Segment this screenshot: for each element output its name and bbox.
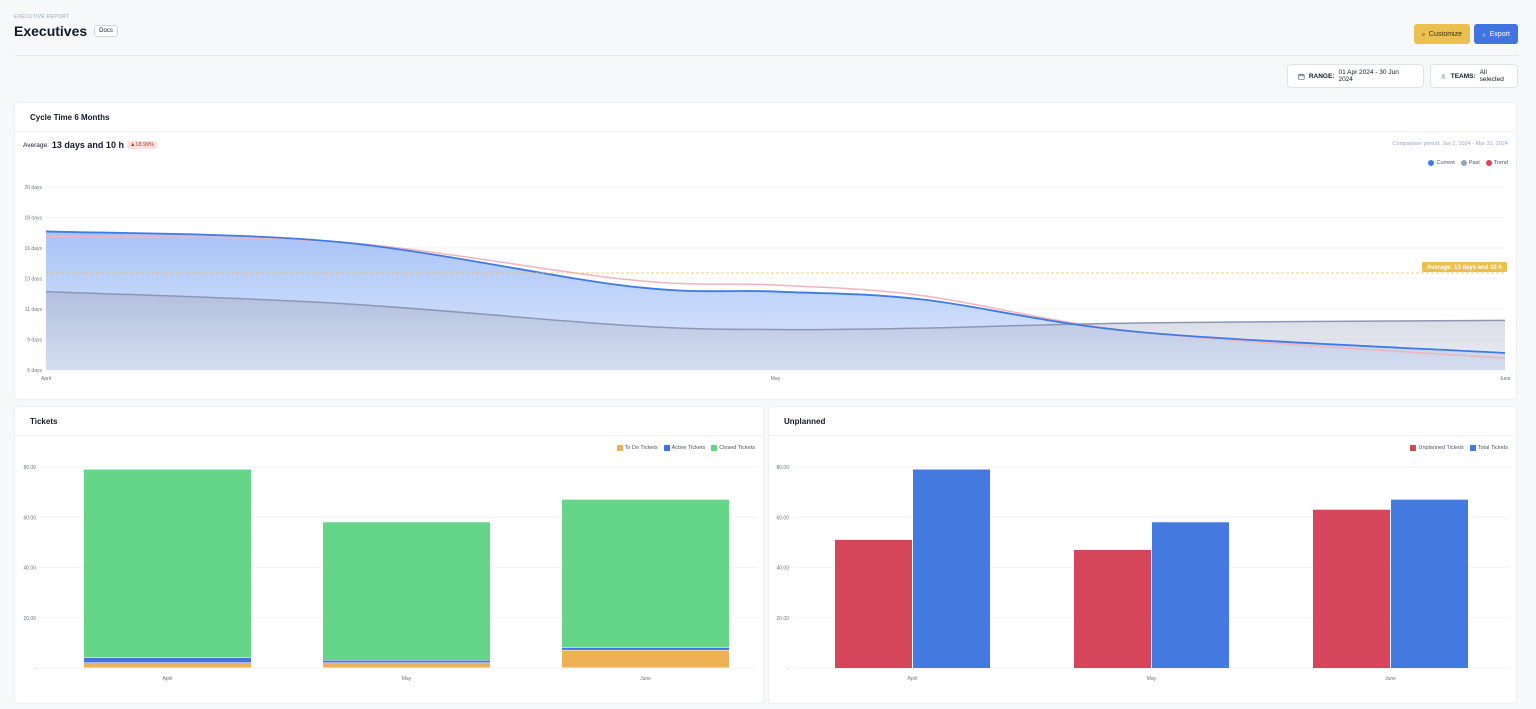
customize-button[interactable]: Customize	[1414, 24, 1470, 44]
x-tick-label: May	[771, 376, 781, 382]
range-filter[interactable]: RANGE: 01 Apr 2024 - 30 Jun 2024	[1287, 64, 1424, 88]
y-tick-label: 20.00	[23, 616, 36, 622]
bar-segment[interactable]	[84, 657, 251, 663]
y-tick-label: 40.00	[23, 566, 36, 572]
tickets-card: Tickets To Do Tickets Active Tickets Close…	[14, 406, 764, 704]
bar-segment[interactable]	[323, 660, 490, 663]
download-icon	[1482, 32, 1486, 36]
bar-segment[interactable]	[323, 522, 490, 660]
y-tick-label: 80.00	[776, 465, 789, 471]
x-tick-label: April	[41, 376, 51, 382]
bar-segment[interactable]	[84, 662, 251, 668]
cycle-time-chart: 6 days 9 days 11 days 13 days 16 days 18 days…	[24, 185, 1511, 382]
bar[interactable]	[1313, 509, 1390, 668]
range-label: RANGE:	[1308, 72, 1335, 80]
teams-value: All selected	[1479, 69, 1504, 83]
bar-segment[interactable]	[562, 499, 729, 648]
cycle-time-card: Cycle Time 6 Months Average: 13 days and…	[14, 102, 1517, 400]
x-tick-label: June	[1500, 376, 1511, 382]
y-tick-label: 40.00	[776, 566, 789, 572]
y-tick-label: -	[787, 666, 789, 672]
header-divider	[14, 55, 1518, 56]
export-label: Export	[1489, 30, 1510, 38]
bar[interactable]	[1391, 499, 1468, 668]
y-tick-label: 9 days	[27, 338, 42, 344]
filters-bar: RANGE: 01 Apr 2024 - 30 Jun 2024 TEAMS: A…	[1287, 64, 1518, 88]
bar-segment[interactable]	[562, 647, 729, 650]
title-row: Executives Docs	[14, 23, 1518, 39]
bar-segment[interactable]	[562, 650, 729, 668]
x-tick-label: April	[162, 676, 172, 682]
calendar-icon	[1298, 73, 1305, 79]
bar-segment[interactable]	[84, 469, 251, 658]
bar[interactable]	[913, 469, 990, 668]
unplanned-chart: - 20.00 40.00 60.00 80.00 April May June	[776, 465, 1510, 682]
y-tick-label: 60.00	[23, 515, 36, 521]
bar[interactable]	[1152, 522, 1229, 668]
y-tick-label: 18 days	[24, 216, 42, 222]
export-button[interactable]: Export	[1474, 24, 1518, 44]
range-value: 01 Apr 2024 - 30 Jun 2024	[1338, 69, 1399, 83]
docs-button[interactable]: Docs	[94, 25, 118, 37]
bar-segment[interactable]	[323, 662, 490, 668]
tickets-chart: - 20.00 40.00 60.00 80.00 April May June	[23, 465, 757, 682]
bar[interactable]	[835, 539, 912, 668]
x-tick-label: May	[1147, 676, 1157, 682]
y-tick-label: 20 days	[24, 185, 42, 191]
bar[interactable]	[1074, 549, 1151, 668]
teams-label: TEAMS:	[1450, 72, 1476, 80]
y-tick-label: 60.00	[776, 515, 789, 521]
page-header: EXECUTIVE REPORT Executives Docs Customi…	[14, 14, 1518, 44]
page-eyebrow: EXECUTIVE REPORT	[14, 14, 70, 20]
y-tick-label: 16 days	[24, 246, 42, 252]
y-tick-label: 80.00	[23, 465, 36, 471]
y-tick-label: 11 days	[25, 307, 43, 313]
y-tick-label: 6 days	[27, 368, 42, 374]
x-tick-label: April	[907, 676, 917, 682]
teams-filter[interactable]: TEAMS: All selected	[1430, 64, 1518, 88]
header-actions: Customize Export	[1414, 24, 1518, 44]
page-title: Executives	[14, 23, 88, 39]
y-tick-label: 13 days	[24, 277, 42, 283]
x-tick-label: June	[640, 676, 651, 682]
x-tick-label: June	[1385, 676, 1396, 682]
users-icon	[1441, 73, 1446, 79]
y-tick-label: 20.00	[776, 616, 789, 622]
average-annotation: Average: 13 days and 10 h	[1427, 265, 1502, 271]
y-tick-label: -	[34, 666, 36, 672]
x-tick-label: May	[402, 676, 412, 682]
customize-label: Customize	[1428, 30, 1462, 38]
edit-icon	[1422, 32, 1425, 36]
unplanned-card: Unplanned Unplanned Tickets Total Tickets…	[768, 406, 1517, 704]
